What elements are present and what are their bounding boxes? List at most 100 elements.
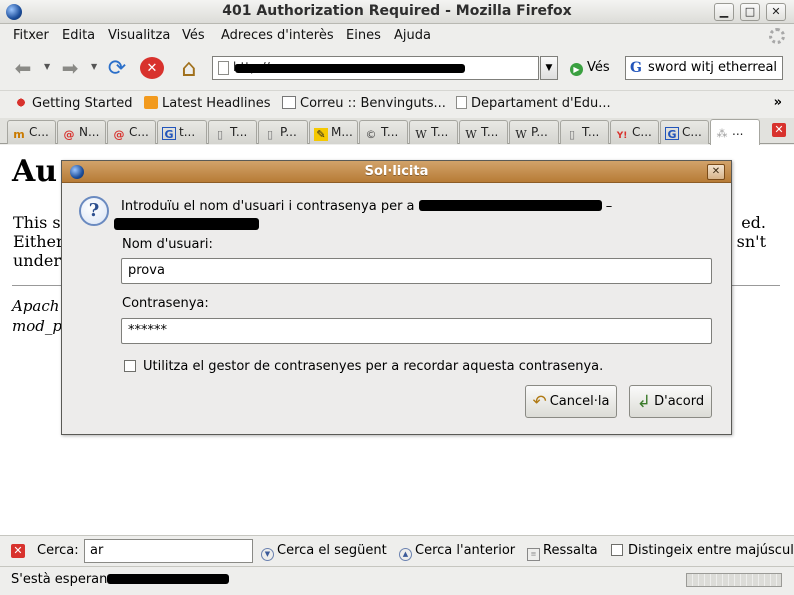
highlight-button[interactable]: ≡ Ressalta xyxy=(527,543,598,561)
username-field[interactable]: prova xyxy=(121,258,712,284)
tab-favicon-icon: @ xyxy=(113,128,125,141)
redaction-bar xyxy=(418,200,602,211)
tab-label: M... xyxy=(331,125,353,139)
tab[interactable]: W P... xyxy=(509,120,559,144)
forward-history-dropdown-icon[interactable]: ▼ xyxy=(91,62,97,71)
menu-edit[interactable]: Edita xyxy=(62,28,95,43)
tab[interactable]: W T... xyxy=(409,120,458,144)
find-previous-icon: ▲ xyxy=(399,548,412,561)
ok-button[interactable]: ↲ D'acord xyxy=(629,385,712,418)
back-history-dropdown-icon[interactable]: ▼ xyxy=(44,62,50,71)
find-label: Cerca: xyxy=(37,543,79,558)
remember-password-option[interactable]: Utilitza el gestor de contrasenyes per a… xyxy=(124,359,603,374)
tab[interactable]: ▯ P... xyxy=(258,120,308,144)
status-bar: S'està esperan xyxy=(0,566,794,595)
tab[interactable]: © T... xyxy=(359,120,408,144)
username-label: Nom d'usuari: xyxy=(122,237,213,252)
minimize-button[interactable]: ▁ xyxy=(714,3,734,21)
back-button[interactable]: ⬅ xyxy=(10,56,36,80)
tab-favicon-icon: G xyxy=(665,127,679,141)
status-text: S'està esperan xyxy=(11,572,230,587)
tab-label: C... xyxy=(682,125,702,139)
paragraph-fragment: Either xyxy=(13,232,64,251)
redaction-bar xyxy=(107,574,230,584)
find-next-button[interactable]: ▼ Cerca el següent xyxy=(261,543,387,561)
menu-tools[interactable]: Eines xyxy=(346,28,381,43)
paragraph-fragment: This s xyxy=(13,213,61,232)
bookmark-latest-headlines[interactable]: Latest Headlines xyxy=(144,96,271,111)
dialog-title: Sol·licita xyxy=(364,164,429,179)
server-signature: Apach mod_p xyxy=(12,296,62,336)
go-arrow-icon: ▶ xyxy=(570,63,583,76)
tab[interactable]: G C... xyxy=(660,120,709,144)
tab[interactable]: W T... xyxy=(459,120,508,144)
page-icon xyxy=(218,61,229,75)
menu-bookmarks[interactable]: Adreces d'interès xyxy=(221,28,334,43)
bookmark-correu[interactable]: Correu :: Benvinguts... xyxy=(282,96,446,111)
tab-favicon-icon: m xyxy=(13,128,25,141)
tab[interactable]: ▯ T... xyxy=(208,120,257,144)
menu-file[interactable]: Fitxer xyxy=(13,28,49,43)
bookmark-departament[interactable]: Departament d'Edu... xyxy=(456,96,611,111)
remember-password-checkbox[interactable] xyxy=(124,360,136,372)
rss-icon xyxy=(144,96,158,109)
find-input[interactable]: ar xyxy=(84,539,253,563)
find-previous-button[interactable]: ▲ Cerca l'anterior xyxy=(399,543,515,561)
forward-button[interactable]: ➡ xyxy=(57,56,83,80)
close-tab-icon[interactable]: ✕ xyxy=(772,123,786,137)
highlight-icon: ≡ xyxy=(527,548,540,561)
tab-strip: m C... @ N... @ C... Gt... ▯ T... ▯ P... ✎ M..… xyxy=(0,118,794,145)
search-text: sword witj etherreal xyxy=(648,60,778,75)
go-button[interactable]: ▶ Vés xyxy=(570,60,610,76)
reload-button[interactable]: ⟳ xyxy=(104,56,130,81)
match-case-checkbox[interactable] xyxy=(611,544,623,556)
status-message: S'està esperan xyxy=(11,572,108,587)
bookmarks-overflow-chevron-icon[interactable]: » xyxy=(774,95,782,110)
tab[interactable]: @ N... xyxy=(57,120,106,144)
find-next-icon: ▼ xyxy=(261,548,274,561)
go-label: Vés xyxy=(587,60,610,75)
dialog-close-button[interactable]: ✕ xyxy=(707,164,725,180)
dialog-titlebar: Sol·licita ✕ xyxy=(62,161,731,183)
bookmark-getting-started[interactable]: Getting Started xyxy=(14,96,133,111)
url-history-dropdown-icon[interactable]: ▼ xyxy=(540,56,558,80)
password-field[interactable]: ****** xyxy=(121,318,712,344)
menu-view[interactable]: Visualitza xyxy=(108,28,170,43)
bookmark-label: Getting Started xyxy=(32,96,133,111)
tab-label: C... xyxy=(29,125,49,139)
redaction-bar xyxy=(235,64,465,73)
bookmarks-toolbar: Getting Started Latest Headlines Correu … xyxy=(0,90,794,116)
find-close-button[interactable]: ✕ xyxy=(11,544,25,558)
tab-favicon-icon: © xyxy=(365,128,377,141)
url-bar[interactable]: http:// xyxy=(212,56,539,80)
tab[interactable]: ✎ M... xyxy=(309,120,358,144)
cancel-button[interactable]: ↶ Cancel·la xyxy=(525,385,617,418)
throbber-icon xyxy=(769,28,785,44)
maximize-button[interactable]: □ xyxy=(740,3,760,21)
search-input[interactable]: G sword witj etherreal xyxy=(625,56,783,80)
find-bar: ✕ Cerca: ar ▼ Cerca el següent ▲ Cerca l'a… xyxy=(0,535,794,565)
tab[interactable]: ▯ T... xyxy=(560,120,609,144)
match-case-option[interactable]: Distingeix entre majúscul xyxy=(611,543,794,558)
stop-button[interactable]: ✕ xyxy=(140,57,164,79)
tab[interactable]: @ C... xyxy=(107,120,156,144)
bookmark-label: Departament d'Edu... xyxy=(471,96,611,111)
menu-go[interactable]: Vés xyxy=(182,28,205,43)
paragraph-fragment: ed. xyxy=(741,213,766,232)
tab-label: P... xyxy=(531,125,548,139)
tab-label: C... xyxy=(129,125,149,139)
close-window-button[interactable]: ✕ xyxy=(766,3,786,21)
undo-icon: ↶ xyxy=(532,391,547,412)
home-button[interactable]: ⌂ xyxy=(176,54,202,82)
tab-favicon-icon: ✎ xyxy=(314,128,328,141)
tab[interactable]: Y! C... xyxy=(610,120,659,144)
menu-help[interactable]: Ajuda xyxy=(394,28,431,43)
tab-favicon-icon: ▯ xyxy=(568,128,576,141)
google-icon: G xyxy=(630,60,642,76)
tab-label: ... xyxy=(732,124,744,138)
tab[interactable]: m C... xyxy=(7,120,56,144)
tab-label: C... xyxy=(632,125,652,139)
tab[interactable]: Gt... xyxy=(157,120,207,144)
tab-active[interactable]: ⁂... xyxy=(710,119,760,145)
window-title: 401 Authorization Required - Mozilla Fir… xyxy=(222,3,572,19)
